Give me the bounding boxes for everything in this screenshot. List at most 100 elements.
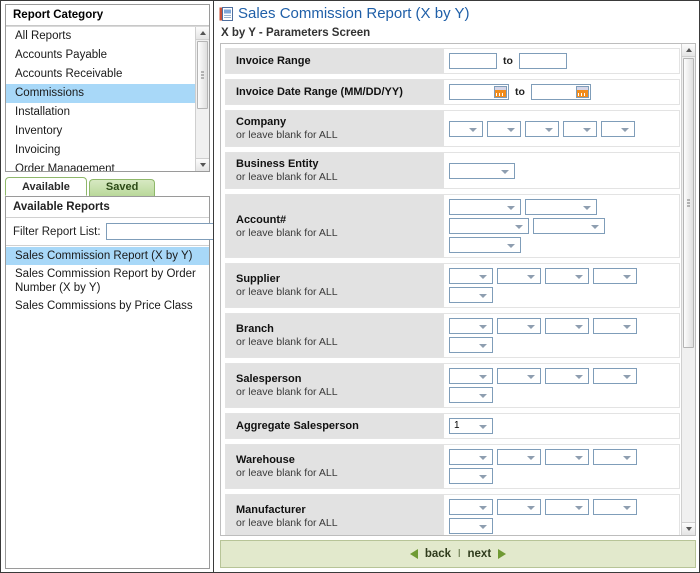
parameter-dropdown[interactable] (449, 218, 529, 234)
category-item[interactable]: Invoicing (6, 141, 195, 160)
category-scroll-down-arrow[interactable] (196, 158, 209, 171)
parameter-dropdown[interactable] (449, 518, 493, 534)
parameter-dropdown[interactable]: 1 (449, 418, 493, 434)
category-item[interactable]: Accounts Payable (6, 46, 195, 65)
report-list-item[interactable]: Sales Commission Report (X by Y) (6, 247, 209, 265)
next-button[interactable]: next (468, 548, 492, 560)
parameters-scroll-up-arrow[interactable] (682, 44, 695, 57)
parameter-dropdown[interactable] (449, 121, 483, 137)
parameter-label-cell: Companyor leave blank for ALL (226, 111, 444, 146)
category-item[interactable]: Inventory (6, 122, 195, 141)
available-reports-panel: Available Reports Filter Report List: Sa… (5, 196, 210, 569)
parameter-sublabel: or leave blank for ALL (236, 517, 444, 529)
parameter-dropdown[interactable] (449, 468, 493, 484)
parameter-label: Invoice Range (236, 55, 444, 68)
category-scrollbar[interactable] (195, 27, 209, 171)
report-category-panel: Report Category All ReportsAccounts Paya… (5, 4, 210, 172)
parameter-label-cell: Business Entityor leave blank for ALL (226, 153, 444, 188)
report-parameters-pane: Sales Commission Report (X by Y) X by Y … (213, 1, 699, 572)
range-from-input[interactable] (449, 53, 497, 69)
report-page-icon (219, 7, 233, 21)
parameter-label-cell: Account#or leave blank for ALL (226, 195, 444, 257)
reports-tab[interactable]: Saved (89, 179, 155, 196)
report-parameters-window: Report Category All ReportsAccounts Paya… (0, 0, 700, 573)
parameter-dropdown[interactable] (533, 218, 605, 234)
parameter-dropdown[interactable] (449, 337, 493, 353)
parameter-row: Companyor leave blank for ALL (225, 110, 680, 147)
back-button[interactable]: back (425, 548, 451, 560)
filter-report-label: Filter Report List: (13, 226, 101, 238)
category-scroll-up-arrow[interactable] (196, 27, 209, 40)
filter-report-row: Filter Report List: (6, 218, 209, 246)
calendar-icon[interactable] (576, 86, 589, 98)
parameter-dropdown[interactable] (593, 318, 637, 334)
date-to-field[interactable] (531, 84, 591, 100)
parameters-scroll-region: Invoice RangetoInvoice Date Range (MM/DD… (220, 43, 696, 536)
next-arrow-icon (498, 549, 506, 559)
parameter-row: Manufactureror leave blank for ALL (225, 494, 680, 535)
parameter-dropdown[interactable] (593, 449, 637, 465)
parameter-dropdown[interactable] (545, 268, 589, 284)
parameter-row: Warehouseor leave blank for ALL (225, 444, 680, 489)
report-category-listbox[interactable]: All ReportsAccounts PayableAccounts Rece… (6, 26, 209, 171)
category-scroll-thumb[interactable] (197, 41, 208, 109)
date-from-field[interactable] (449, 84, 509, 100)
parameter-dropdown[interactable] (449, 237, 521, 253)
parameters-scroll-thumb[interactable] (683, 58, 694, 348)
parameter-dropdown[interactable] (497, 318, 541, 334)
parameter-dropdown[interactable] (525, 121, 559, 137)
parameter-dropdown[interactable] (525, 199, 597, 215)
parameter-dropdown[interactable] (449, 199, 521, 215)
parameter-dropdown[interactable] (449, 318, 493, 334)
parameter-dropdown[interactable] (593, 368, 637, 384)
parameter-label-cell: Branchor leave blank for ALL (226, 314, 444, 357)
category-item[interactable]: Commissions (6, 84, 195, 103)
parameter-label: Company (236, 116, 444, 129)
parameter-dropdown[interactable] (487, 121, 521, 137)
category-item[interactable]: Installation (6, 103, 195, 122)
parameters-scrollbar[interactable] (681, 44, 695, 535)
parameter-fields (444, 195, 679, 257)
parameter-label-cell: Warehouseor leave blank for ALL (226, 445, 444, 488)
parameter-dropdown[interactable] (449, 499, 493, 515)
report-list-item[interactable]: Sales Commission Report by Order Number … (6, 265, 209, 297)
parameter-label: Branch (236, 323, 444, 336)
parameter-dropdown[interactable] (545, 499, 589, 515)
parameter-dropdown[interactable] (449, 268, 493, 284)
parameter-dropdown[interactable] (449, 449, 493, 465)
parameter-dropdown[interactable] (449, 387, 493, 403)
parameter-row: Invoice Range to (225, 48, 680, 74)
parameter-dropdown[interactable] (545, 449, 589, 465)
parameter-dropdown[interactable] (449, 287, 493, 303)
parameter-dropdown[interactable] (563, 121, 597, 137)
parameter-dropdown[interactable] (497, 368, 541, 384)
navigation-footer: back l next (220, 540, 696, 568)
parameter-dropdown[interactable] (593, 499, 637, 515)
parameter-dropdown[interactable] (497, 268, 541, 284)
parameter-row: Business Entityor leave blank for ALL (225, 152, 680, 189)
parameter-dropdown[interactable] (497, 499, 541, 515)
report-list-item[interactable]: Sales Commissions by Price Class (6, 297, 209, 315)
parameters-scroll-down-arrow[interactable] (682, 522, 695, 535)
report-header: Sales Commission Report (X by Y) (214, 1, 699, 24)
parameter-dropdown[interactable] (545, 368, 589, 384)
range-separator-label: to (501, 55, 515, 67)
category-item[interactable]: All Reports (6, 27, 195, 46)
parameter-fields (444, 364, 679, 407)
parameter-dropdown[interactable] (545, 318, 589, 334)
category-item[interactable]: Order Management (6, 160, 195, 171)
parameter-sublabel: or leave blank for ALL (236, 129, 444, 141)
parameter-dropdown[interactable] (449, 163, 515, 179)
parameter-dropdown[interactable] (593, 268, 637, 284)
parameter-fields (444, 153, 679, 188)
range-to-input[interactable] (519, 53, 567, 69)
parameter-label: Salesperson (236, 373, 444, 386)
parameter-row: Branchor leave blank for ALL (225, 313, 680, 358)
reports-tab[interactable]: Available (5, 177, 87, 196)
calendar-icon[interactable] (494, 86, 507, 98)
parameter-dropdown[interactable] (601, 121, 635, 137)
parameter-dropdown[interactable] (449, 368, 493, 384)
parameter-fields: to (444, 80, 679, 104)
parameter-dropdown[interactable] (497, 449, 541, 465)
category-item[interactable]: Accounts Receivable (6, 65, 195, 84)
